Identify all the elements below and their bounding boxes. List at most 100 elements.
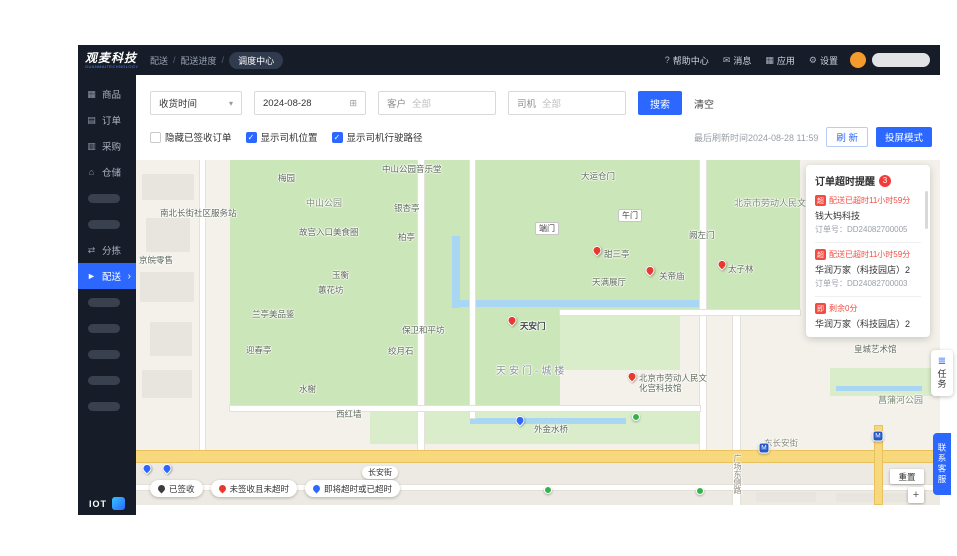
header-action-help[interactable]: ? 帮助中心 [665, 54, 709, 67]
search-button[interactable]: 搜索 [638, 91, 682, 115]
sidebar-item-label: 仓储 [102, 168, 122, 179]
header-action-label: 帮助中心 [672, 55, 709, 66]
overdue-orders-panel: 订单超时提醒 3 超配送已超时11小时59分 钱大妈科技 订单号：DD2408270… [806, 165, 930, 337]
map-label: 天安门-城楼 [496, 366, 568, 377]
map-label: 端门 [535, 222, 559, 235]
map-moat-water [452, 236, 460, 308]
legend-item[interactable]: 即将超时或已超时 [305, 480, 401, 497]
map-label: 广场东侧路 [733, 454, 742, 494]
customer-placeholder: 全部 [412, 99, 432, 110]
header-action-label: 消息 [733, 55, 752, 66]
sidebar-item-goods[interactable]: ▦ 商品 [78, 81, 136, 107]
iot-logo-icon [112, 497, 125, 510]
map-road [230, 406, 700, 411]
contact-support-tab[interactable]: 联系客服 [933, 433, 951, 495]
header-actions: ? 帮助中心 ✉ 消息 ▦ 应用 ⚙ 设置 [665, 54, 838, 67]
calendar-icon: ⊞ [349, 97, 357, 108]
task-side-tab[interactable]: ≣ 任务 [931, 350, 953, 396]
map-label: 太子林 [728, 264, 754, 274]
header-action-label: 设置 [819, 55, 838, 66]
overdue-order-number: 订单号：DD24082700003 [815, 279, 908, 288]
sidebar-item-label: 订单 [102, 116, 122, 127]
checkbox-checked-icon[interactable]: ✓ [245, 131, 257, 143]
apps-icon: ▦ [765, 54, 774, 65]
date-input[interactable]: 2024-08-28 ⊞ [254, 91, 366, 115]
sidebar-item-label: 采购 [102, 142, 122, 153]
map-canvas[interactable]: 梅园 中山公园音乐堂 大运仓门 中山公园 银杏亭 南北长街社区服务站 北京市劳动人民文化宫故… [136, 160, 940, 505]
map-label: 关帝庙 [659, 271, 685, 281]
sort-icon: ⇄ [87, 244, 96, 255]
map-option-checkbox-0[interactable]: 隐藏已签收订单 [150, 130, 232, 144]
overdue-order-item[interactable]: 即剩余0分 华润万家（科技园店）2 [815, 296, 921, 330]
green-dot-marker[interactable] [632, 413, 640, 421]
overdue-panel-title: 订单超时提醒 [815, 177, 875, 188]
clear-button[interactable]: 清空 [694, 96, 714, 111]
sidebar-item-delivery[interactable]: ► 配送 › [78, 263, 136, 289]
customer-input[interactable]: 客户 全部 [378, 91, 496, 115]
header-action-settings[interactable]: ⚙ 设置 [809, 54, 838, 67]
help-icon: ? [664, 55, 670, 65]
map-reset-button[interactable]: 重置 [890, 469, 924, 484]
zoom-in-button[interactable]: + [908, 487, 924, 503]
sidebar-item-redacted[interactable] [78, 211, 136, 237]
chevron-right-icon: › [127, 270, 131, 282]
overdue-tag-icon: 超 [815, 195, 826, 206]
panel-scrollbar[interactable] [925, 191, 928, 229]
sidebar-item-warehouse[interactable]: ⌂ 仓储 [78, 159, 136, 185]
page: 观麦科技 GUANMAITECHNOLOGY 配送 / 配送进度 / 调度中心 ? 帮助中… [0, 0, 957, 556]
map-label: 迎春亭 [246, 345, 272, 355]
overdue-order-item[interactable]: 超配送已超时11小时59分 钱大妈科技 订单号：DD24082700005 [815, 195, 921, 235]
map-label: 阙左门 [689, 230, 715, 240]
sidebar-item-orders[interactable]: ▤ 订单 [78, 107, 136, 133]
legend-item[interactable]: 未签收且未超时 [210, 480, 298, 497]
green-dot-marker[interactable] [696, 487, 704, 495]
map-building [140, 272, 194, 302]
breadcrumb-item[interactable]: 配送 [150, 54, 168, 67]
sidebar-item-redacted[interactable] [78, 367, 136, 393]
legend-item[interactable]: 已签收 [150, 480, 203, 497]
brand-logo[interactable]: 观麦科技 GUANMAITECHNOLOGY [78, 52, 140, 69]
map-legend: 已签收 未签收且未超时 即将超时或已超时 [150, 480, 401, 497]
message-icon: ✉ [722, 54, 731, 65]
metro-station-marker[interactable]: M [872, 430, 884, 442]
metro-station-marker[interactable]: M [758, 442, 770, 454]
option-bar: 隐藏已签收订单 ✓ 显示司机位置 ✓ 显示司机行驶路径 最后刷新时间2024-08-28… [150, 127, 932, 147]
map-river-water [836, 386, 922, 391]
red-pin-marker[interactable] [625, 370, 639, 383]
breadcrumb-item[interactable]: 配送进度 [181, 54, 217, 67]
time-type-select[interactable]: 收货时间 ▾ [150, 91, 242, 115]
truck-icon: ► [87, 271, 96, 281]
header-action-apps[interactable]: ▦ 应用 [765, 54, 795, 67]
overdue-status-text: 配送已超时11小时59分 [829, 250, 911, 259]
date-value: 2024-08-28 [263, 97, 312, 109]
sidebar-item-sorting[interactable]: ⇄ 分拣 [78, 237, 136, 263]
green-dot-marker[interactable] [544, 486, 552, 494]
sidebar-item-redacted[interactable] [78, 289, 136, 315]
checkbox-unchecked-icon[interactable] [150, 131, 161, 143]
map-label: 水榭 [299, 384, 317, 394]
settings-icon: ⚙ [808, 54, 817, 65]
map-option-checkbox-1[interactable]: ✓ 显示司机位置 [245, 130, 318, 144]
breadcrumb-item[interactable]: 调度中心 [229, 51, 284, 69]
time-type-value: 收货时间 [159, 99, 198, 110]
header-action-message[interactable]: ✉ 消息 [723, 54, 752, 67]
map-option-checkbox-2[interactable]: ✓ 显示司机行驶路径 [331, 130, 423, 144]
sidebar-item-redacted[interactable] [78, 185, 136, 211]
brand-subtitle: GUANMAITECHNOLOGY [85, 63, 139, 69]
sidebar-item-redacted[interactable] [78, 315, 136, 341]
sidebar-item-purchase[interactable]: ▥ 采购 [78, 133, 136, 159]
overdue-order-item[interactable]: 超配送已超时11小时59分 华润万家（科技园店）2 订单号：DD2408270000… [815, 242, 921, 289]
app-window: 观麦科技 GUANMAITECHNOLOGY 配送 / 配送进度 / 调度中心 ? 帮助中… [78, 45, 940, 515]
refresh-button[interactable]: 刷 新 [826, 127, 868, 147]
map-road [700, 160, 706, 452]
cast-mode-button[interactable]: 投屏模式 [875, 127, 932, 147]
sidebar-item-redacted[interactable] [78, 341, 136, 367]
app-header: 观麦科技 GUANMAITECHNOLOGY 配送 / 配送进度 / 调度中心 ? 帮助中… [78, 45, 940, 75]
driver-input[interactable]: 司机 全部 [508, 91, 626, 115]
overdue-customer-name: 钱大妈科技 [815, 211, 861, 221]
map-label: 兰亭美品鉴 [252, 309, 295, 319]
sidebar-item-redacted[interactable] [78, 393, 136, 419]
checkbox-checked-icon[interactable]: ✓ [331, 131, 343, 143]
avatar[interactable] [850, 52, 866, 68]
overdue-status-row: 超配送已超时11小时59分 [815, 249, 921, 260]
